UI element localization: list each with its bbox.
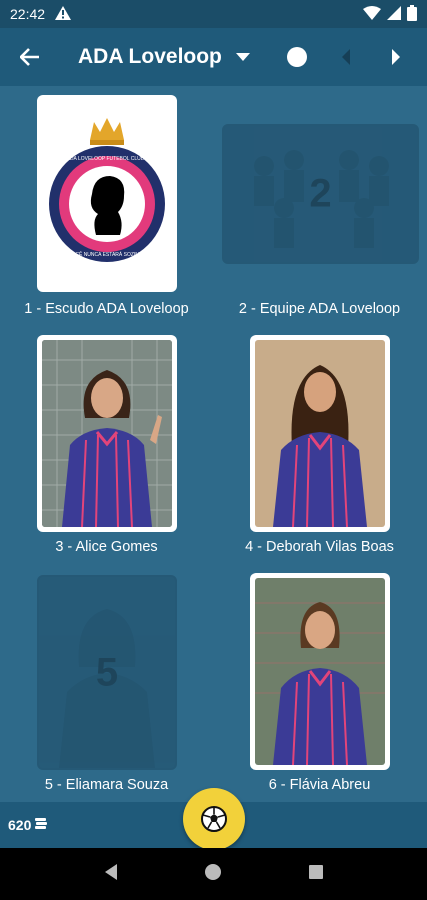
signal-icon [387,5,401,23]
sticker-caption: 4 - Deborah Vilas Boas [245,539,394,555]
sticker-card-2[interactable]: 2 2 - Equipe ADA Loveloop [213,86,427,326]
sticker-caption: 2 - Equipe ADA Loveloop [238,301,401,317]
triangle-back-icon [104,863,117,880]
sticker-card-6[interactable]: 6 - Flávia Abreu [213,564,427,802]
logo-ring-text-top: ADA LOVELOOP FUTEBOL CLUBE [67,156,149,162]
sticker-caption: 5 - Eliamara Souza [44,777,169,793]
battery-icon [407,4,417,24]
status-bar: 22:42 [0,0,427,28]
coins-icon [35,818,48,829]
soccer-ball-icon [201,806,227,832]
club-logo: ADA LOVELOOP FUTEBOL CLUBE VOCÊ NUNCA ES… [42,100,172,287]
circle-home-icon [205,863,222,880]
coin-count: 620 [8,817,32,833]
nav-back-button[interactable] [103,863,119,886]
nav-home-button[interactable] [204,863,222,886]
sticker-number: 2 [309,171,332,216]
warning-icon [55,5,72,23]
sticker-frame [250,573,390,770]
sticker-frame: ADA LOVELOOP FUTEBOL CLUBE VOCÊ NUNCA ES… [37,95,177,292]
nav-recents-button[interactable] [308,864,324,885]
open-pack-button[interactable] [183,788,245,850]
sticker-frame [250,335,390,532]
chevron-right-icon [392,49,400,65]
player-photo [255,578,385,765]
player-photo [42,340,172,527]
sticker-card-3[interactable]: 3 - Alice Gomes [0,326,213,564]
logo-ring-text-bottom: VOCÊ NUNCA ESTARÁ SOZINHA [68,250,146,258]
sticker-card-1[interactable]: ADA LOVELOOP FUTEBOL CLUBE VOCÊ NUNCA ES… [0,86,213,326]
sticker-caption: 6 - Flávia Abreu [268,777,371,793]
sticker-card-4[interactable]: 4 - Deborah Vilas Boas [213,326,427,564]
page-indicator-dot[interactable] [287,47,307,67]
arrow-left-icon [20,48,39,66]
square-recents-icon [309,864,324,879]
coin-balance[interactable]: 620 [8,817,48,833]
sticker-grid: ADA LOVELOOP FUTEBOL CLUBE VOCÊ NUNCA ES… [0,86,427,802]
next-page-button[interactable] [390,47,402,72]
previous-page-button[interactable] [340,47,352,72]
system-nav-bar [0,848,427,900]
page-title: ADA Loveloop [78,45,222,68]
status-time: 22:42 [10,6,46,22]
sticker-caption: 3 - Alice Gomes [55,539,158,555]
sticker-caption: 1 - Escudo ADA Loveloop [24,301,189,317]
app-bar: ADA Loveloop [0,28,427,86]
chevron-left-icon [342,49,350,65]
sticker-card-5[interactable]: 5 5 - Eliamara Souza [0,564,213,802]
player-photo [255,340,385,527]
album-selector[interactable]: ADA Loveloop [60,45,250,69]
wifi-icon [363,5,381,23]
sticker-frame [37,335,177,532]
back-button[interactable] [0,28,60,86]
sticker-number: 5 [95,650,119,694]
dropdown-arrow-icon [235,53,250,61]
sticker-placeholder: 2 [222,124,419,264]
sticker-placeholder: 5 [37,575,177,770]
